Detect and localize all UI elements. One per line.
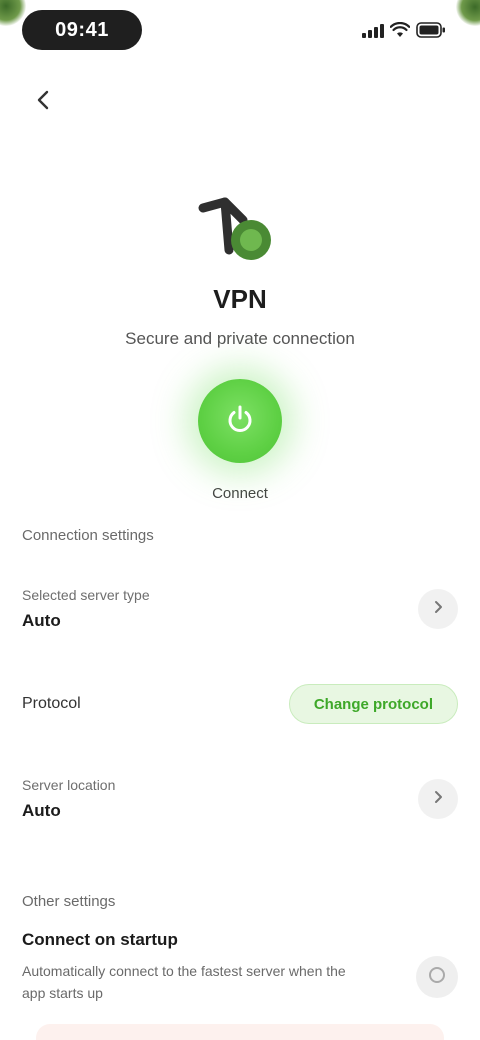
section-header-other: Other settings	[22, 893, 116, 910]
server-type-button[interactable]	[418, 589, 458, 629]
back-button[interactable]	[24, 82, 64, 122]
protocol-row: Protocol Change protocol	[0, 672, 480, 736]
battery-icon	[416, 22, 446, 38]
back-arrow-icon	[33, 89, 55, 116]
section-header-connection: Connection settings	[22, 527, 154, 544]
power-button[interactable]	[198, 379, 282, 463]
app-name: VPN	[213, 284, 267, 314]
server-location-button[interactable]	[418, 779, 458, 819]
protocol-label: Protocol	[22, 695, 81, 712]
toggle-circle-icon	[428, 966, 446, 989]
bottom-banner	[36, 1024, 444, 1040]
server-type-text: Selected server type Auto	[22, 587, 150, 631]
settings-list: Connection settings Selected server type…	[0, 518, 480, 1004]
app-subtitle: Secure and private connection	[125, 329, 355, 348]
chevron-right-icon	[431, 600, 445, 619]
startup-connect-description: Automatically connect to the fastest ser…	[22, 963, 346, 1001]
startup-connect-text: Connect on startup Automatically connect…	[22, 930, 362, 1004]
startup-connect-row: Connect on startup Automatically connect…	[0, 930, 480, 1004]
change-protocol-button[interactable]: Change protocol	[288, 684, 458, 724]
power-icon	[225, 404, 255, 439]
wallpaper-leaf-decoration	[0, 0, 26, 26]
signal-icon	[362, 22, 384, 38]
status-time-pill: 09:41	[22, 10, 142, 50]
server-location-row[interactable]: Server location Auto	[0, 754, 480, 844]
vpn-screen: 09:41 VPN Secure and private connection …	[0, 0, 480, 1040]
server-location-value: Auto	[22, 801, 61, 820]
connection-status: Connect	[212, 485, 268, 502]
status-indicators	[362, 18, 446, 42]
server-location-text: Server location Auto	[22, 777, 115, 821]
server-type-row[interactable]: Selected server type Auto	[0, 564, 480, 654]
server-location-label: Server location	[22, 777, 116, 793]
wallpaper-leaf-decoration	[456, 0, 480, 26]
status-time: 09:41	[55, 18, 109, 41]
status-bar: 09:41	[0, 0, 480, 64]
hero-section: VPN Secure and private connection Connec…	[0, 180, 480, 502]
server-type-label: Selected server type	[22, 587, 150, 603]
app-logo-icon	[185, 180, 295, 280]
server-type-value: Auto	[22, 611, 61, 630]
wifi-icon	[390, 22, 410, 38]
startup-connect-toggle[interactable]	[416, 956, 458, 998]
startup-connect-title: Connect on startup	[22, 930, 178, 949]
chevron-right-icon	[431, 790, 445, 809]
